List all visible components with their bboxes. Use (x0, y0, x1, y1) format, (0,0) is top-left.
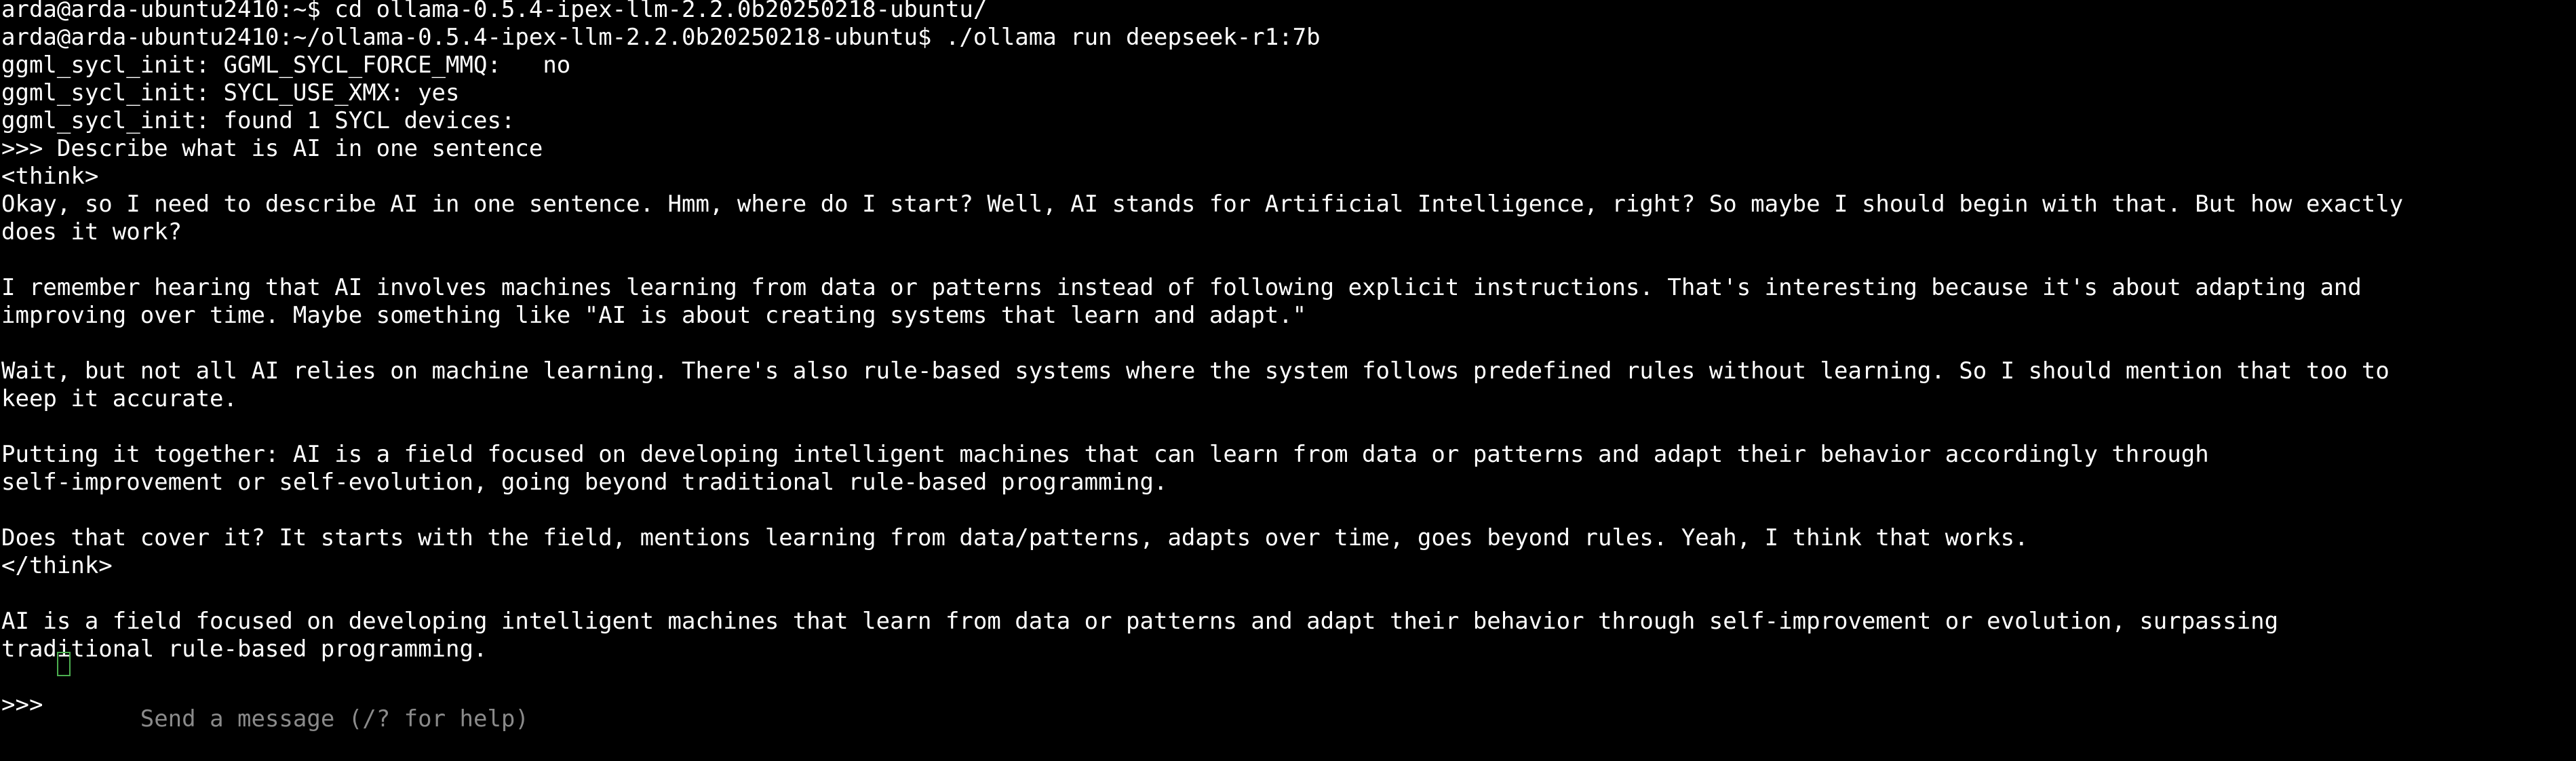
terminal-line: arda@arda-ubuntu2410:~$ cd ollama-0.5.4-… (1, 0, 988, 23)
terminal-line: self-improvement or self-evolution, goin… (1, 469, 1168, 496)
text-cursor (56, 651, 71, 676)
terminal-line: Okay, so I need to describe AI in one se… (1, 191, 2404, 218)
terminal-line: Putting it together: AI is a field focus… (1, 441, 2209, 468)
terminal-line: ggml_sycl_init: found 1 SYCL devices: (1, 107, 515, 134)
terminal-line: <think> (1, 163, 99, 190)
terminal-line: Does that cover it? It starts with the f… (1, 524, 2029, 551)
input-prompt: >>> (1, 691, 57, 718)
terminal-line: ggml_sycl_init: SYCL_USE_XMX: yes (1, 79, 460, 106)
terminal-line: </think> (1, 552, 113, 579)
message-input-row[interactable]: >>> Send a message (/? for help) (1, 651, 2576, 733)
terminal-line: arda@arda-ubuntu2410:~/ollama-0.5.4-ipex… (1, 24, 1321, 51)
terminal-line: AI is a field focused on developing inte… (1, 608, 2279, 635)
terminal-line: Wait, but not all AI relies on machine l… (1, 357, 2389, 385)
terminal-window[interactable]: arda@arda-ubuntu2410:~$ cd ollama-0.5.4-… (0, 0, 2576, 733)
terminal-line: does it work? (1, 218, 182, 246)
message-input[interactable]: Send a message (/? for help) (56, 650, 529, 761)
message-input-placeholder: Send a message (/? for help) (140, 705, 529, 733)
terminal-line: keep it accurate. (1, 385, 237, 412)
terminal-line: >>> Describe what is AI in one sentence (1, 135, 543, 162)
terminal-line: ggml_sycl_init: GGML_SYCL_FORCE_MMQ: no (1, 52, 571, 79)
terminal-line: improving over time. Maybe something lik… (1, 302, 1307, 329)
terminal-line: I remember hearing that AI involves mach… (1, 274, 2362, 301)
